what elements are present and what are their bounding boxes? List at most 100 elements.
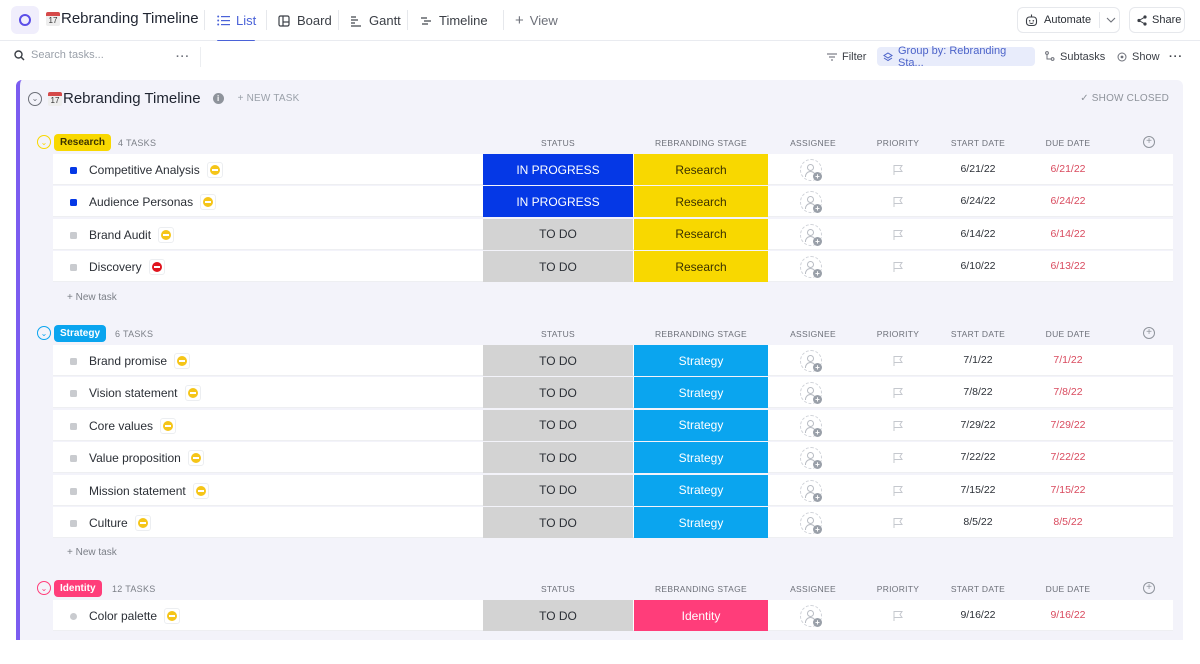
task-row[interactable]: Mission statement TO DO Strategy + 7/15/… [53,474,1173,506]
column-header-due-date[interactable]: DUE DATE [1033,584,1103,594]
stage-cell[interactable]: Strategy [634,409,768,441]
new-task-link[interactable]: + New task [67,547,117,558]
task-name-text[interactable]: Culture [89,516,128,530]
task-name[interactable]: Vision statement [89,385,201,402]
group-badge[interactable]: Identity [54,580,102,597]
due-date[interactable]: 6/13/22 [1033,260,1103,272]
status-cell[interactable]: TO DO [483,251,633,283]
task-name-text[interactable]: Brand Audit [89,228,151,242]
yellow-minus-indicator-icon[interactable] [187,450,204,467]
due-date[interactable]: 8/5/22 [1033,516,1103,528]
filter-button[interactable]: Filter [827,47,866,66]
stage-cell[interactable]: Strategy [634,474,768,506]
yellow-minus-indicator-icon[interactable] [164,608,181,624]
status-square-icon[interactable] [70,358,77,365]
due-date[interactable]: 7/8/22 [1033,386,1103,398]
status-cell[interactable]: IN PROGRESS [483,186,633,218]
add-view-button[interactable]: + View [515,0,558,41]
due-date[interactable]: 7/15/22 [1033,484,1103,496]
column-header-due-date[interactable]: DUE DATE [1033,138,1103,148]
task-name-text[interactable]: Competitive Analysis [89,163,200,177]
start-date[interactable]: 7/29/22 [943,419,1013,431]
start-date[interactable]: 6/21/22 [943,163,1013,175]
column-header-due-date[interactable]: DUE DATE [1033,329,1103,339]
column-header-stage[interactable]: REBRANDING STAGE [634,584,768,594]
priority-flag-icon[interactable] [892,354,904,366]
status-square-icon[interactable] [70,199,77,207]
priority-flag-icon[interactable] [892,419,904,431]
column-header-priority[interactable]: PRIORITY [865,584,931,594]
yellow-minus-indicator-icon[interactable] [200,194,217,211]
start-date[interactable]: 6/10/22 [943,260,1013,272]
column-header-priority[interactable]: PRIORITY [865,329,931,339]
task-name[interactable]: Mission statement [89,482,209,499]
start-date[interactable]: 7/15/22 [943,484,1013,496]
group-badge[interactable]: Strategy [54,325,107,342]
tab-list[interactable]: List [217,0,256,42]
column-header-status[interactable]: STATUS [483,138,633,148]
status-cell[interactable]: TO DO [483,409,633,441]
add-assignee-icon[interactable]: + [800,256,822,279]
tab-board[interactable]: Board [277,0,332,41]
status-square-icon[interactable] [70,390,77,398]
search-box[interactable]: Search tasks... [14,49,104,61]
column-header-start-date[interactable]: START DATE [943,584,1013,594]
stage-cell[interactable]: Research [634,218,768,250]
search-options-button[interactable]: ··· [176,47,190,66]
task-name-text[interactable]: Core values [89,419,153,433]
stage-cell[interactable]: Strategy [634,442,768,474]
start-date[interactable]: 6/24/22 [943,195,1013,207]
task-row[interactable]: Competitive Analysis IN PROGRESS Researc… [53,154,1173,185]
task-name[interactable]: Culture [89,515,151,531]
yellow-minus-indicator-icon[interactable] [206,162,223,178]
space-icon[interactable] [11,6,39,34]
collapse-group-icon[interactable]: ⌄ [37,326,51,340]
red-minus-indicator-icon[interactable] [148,259,165,276]
task-row[interactable]: Culture TO DO Strategy + 8/5/22 8/5/22 [53,507,1173,538]
automate-button[interactable]: Automate [1017,7,1120,33]
status-square-icon[interactable] [70,520,77,527]
status-square-icon[interactable] [70,422,77,430]
column-header-assignee[interactable]: ASSIGNEE [780,584,846,594]
new-task-button[interactable]: + NEW TASK [238,93,300,104]
add-column-icon[interactable]: + [1143,136,1155,148]
column-header-start-date[interactable]: START DATE [943,329,1013,339]
due-date[interactable]: 6/24/22 [1033,195,1103,207]
due-date[interactable]: 6/14/22 [1033,228,1103,240]
add-assignee-icon[interactable]: + [800,223,822,246]
status-cell[interactable]: TO DO [483,507,633,538]
stage-cell[interactable]: Research [634,154,768,185]
add-assignee-icon[interactable]: + [800,191,822,214]
more-options-button[interactable]: ··· [1169,47,1183,66]
task-name-text[interactable]: Color palette [89,609,157,623]
yellow-minus-indicator-icon[interactable] [134,515,151,531]
start-date[interactable]: 7/1/22 [943,354,1013,366]
start-date[interactable]: 7/8/22 [943,386,1013,398]
stage-cell[interactable]: Strategy [634,377,768,409]
yellow-minus-indicator-icon[interactable] [160,417,177,434]
task-name[interactable]: Competitive Analysis [89,162,223,178]
priority-flag-icon[interactable] [892,260,904,273]
column-header-start-date[interactable]: START DATE [943,138,1013,148]
task-name-text[interactable]: Mission statement [89,484,186,498]
due-date[interactable]: 9/16/22 [1033,609,1103,621]
column-header-assignee[interactable]: ASSIGNEE [780,138,846,148]
stage-cell[interactable]: Research [634,251,768,283]
status-cell[interactable]: TO DO [483,474,633,506]
stage-cell[interactable]: Research [634,186,768,218]
priority-flag-icon[interactable] [892,195,904,208]
due-date[interactable]: 7/22/22 [1033,451,1103,463]
task-name[interactable]: Audience Personas [89,194,217,211]
priority-flag-icon[interactable] [892,484,904,496]
due-date[interactable]: 7/29/22 [1033,419,1103,431]
tab-gantt[interactable]: Gantt [349,0,401,41]
group-badge[interactable]: Research [54,134,112,151]
priority-flag-icon[interactable] [892,386,904,399]
status-square-icon[interactable] [70,231,77,239]
start-date[interactable]: 6/14/22 [943,228,1013,240]
priority-flag-icon[interactable] [892,516,904,528]
stage-cell[interactable]: Identity [634,600,768,631]
priority-flag-icon[interactable] [892,163,904,175]
task-row[interactable]: Discovery TO DO Research + 6/10/22 6/13/… [53,251,1173,283]
task-row[interactable]: Color palette TO DO Identity + 9/16/22 9… [53,600,1173,631]
